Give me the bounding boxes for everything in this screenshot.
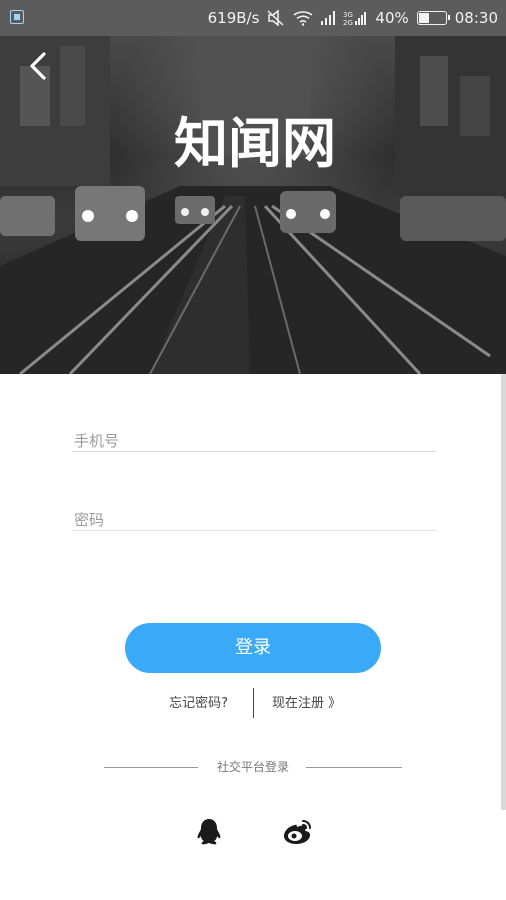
divider-right [306, 767, 402, 768]
password-input[interactable] [72, 502, 438, 538]
svg-text:3G: 3G [343, 11, 353, 19]
weibo-icon[interactable] [283, 819, 313, 845]
street-background-image [0, 36, 506, 374]
signal-icon [321, 11, 336, 25]
back-chevron-icon[interactable] [20, 48, 56, 84]
login-button[interactable]: 登录 [125, 623, 381, 673]
gallery-notification-icon [10, 10, 24, 24]
forgot-password-link[interactable]: 忘记密码? [169, 692, 228, 711]
mute-icon [267, 10, 284, 26]
wifi-icon [293, 11, 313, 26]
password-field [72, 490, 438, 538]
hero-banner: 知闻网 [0, 36, 506, 374]
social-login-header: 社交平台登录 [0, 758, 506, 778]
network-speed: 619B/s [207, 9, 260, 27]
social-login-title: 社交平台登录 [216, 760, 289, 774]
phone-field [72, 411, 438, 459]
scrollbar[interactable] [501, 374, 506, 810]
clock: 08:30 [454, 9, 498, 27]
dual-signal-icon: 3G2G [343, 11, 367, 26]
battery-percent: 40% [375, 9, 409, 27]
register-link[interactable]: 现在注册 》 [272, 692, 341, 711]
svg-text:2G: 2G [343, 19, 353, 26]
link-divider [253, 688, 254, 718]
status-bar: 619B/s 3G 2G 40% 08:30 [0, 0, 506, 36]
svg-text:知闻网: 知闻网 [174, 112, 336, 175]
phone-input[interactable] [72, 423, 438, 459]
account-links: 忘记密码? 现在注册 》 [0, 688, 506, 718]
qq-icon[interactable] [196, 818, 222, 846]
battery-icon [416, 11, 450, 25]
divider-left [104, 767, 198, 768]
app-logo: 知闻网 [174, 112, 336, 175]
